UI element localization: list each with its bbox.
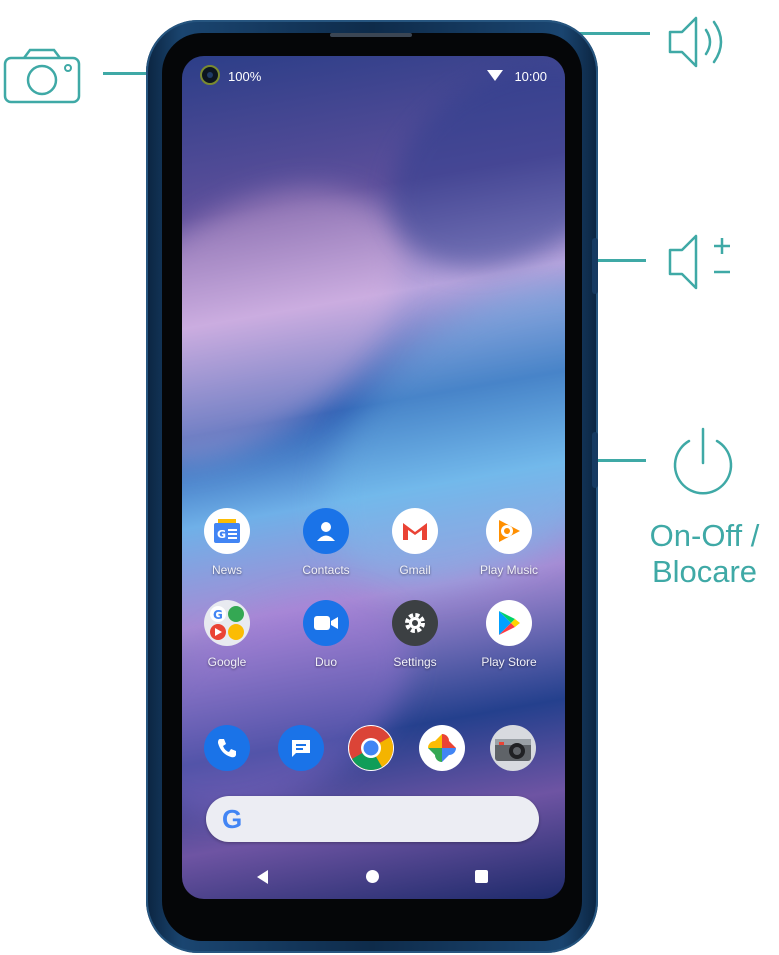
- recents-button[interactable]: [475, 870, 488, 883]
- google-logo: G: [222, 804, 243, 834]
- contacts-icon: [303, 508, 349, 554]
- phone-icon[interactable]: [204, 725, 250, 771]
- svg-text:G: G: [217, 528, 226, 541]
- app-label: Duo: [314, 655, 337, 669]
- power-label: On-Off / Blocare: [630, 518, 779, 590]
- app-label: Settings: [393, 655, 437, 669]
- svg-text:G: G: [213, 608, 223, 622]
- app-news[interactable]: G News: [182, 508, 272, 577]
- news-icon: G: [204, 508, 250, 554]
- gmail-icon: [392, 508, 438, 554]
- app-label: News: [211, 563, 242, 577]
- speaker-icon: [668, 16, 723, 68]
- app-label: Contacts: [302, 563, 350, 577]
- play-store-icon: [486, 600, 532, 646]
- camera-icon: [3, 48, 81, 104]
- wifi-icon: [487, 70, 503, 81]
- play-music-icon: [486, 508, 532, 554]
- front-camera: [200, 65, 220, 85]
- app-gmail[interactable]: Gmail: [370, 508, 460, 577]
- settings-icon: [392, 600, 438, 646]
- app-duo[interactable]: Duo: [281, 600, 371, 669]
- app-label: Gmail: [399, 563, 431, 577]
- app-play-store[interactable]: Play Store: [464, 600, 554, 669]
- home-screen: 100% 10:00 G News Contacts Gmail Play Mu…: [182, 56, 565, 899]
- power-icon: [673, 427, 733, 495]
- earpiece-speaker: [330, 33, 412, 37]
- app-label: Play Music: [479, 563, 538, 577]
- app-play-music[interactable]: Play Music: [464, 508, 554, 577]
- google-search-bar[interactable]: G: [206, 796, 539, 842]
- messages-icon[interactable]: [278, 725, 324, 771]
- power-label-line1: On-Off /: [649, 518, 760, 553]
- app-google-folder[interactable]: G Google: [182, 600, 272, 669]
- photos-icon[interactable]: [419, 725, 465, 771]
- app-contacts[interactable]: Contacts: [281, 508, 371, 577]
- chrome-icon[interactable]: [348, 725, 394, 771]
- volume-rocker[interactable]: [592, 238, 598, 294]
- power-callout-line: [598, 459, 646, 462]
- volume-callout-line: [598, 259, 646, 262]
- back-button[interactable]: [257, 870, 268, 884]
- clock: 10:00: [514, 69, 547, 84]
- app-settings[interactable]: Settings: [370, 600, 460, 669]
- camera-app-icon[interactable]: [490, 725, 536, 771]
- google-folder-icon: G: [204, 600, 250, 646]
- duo-icon: [303, 600, 349, 646]
- app-label: Google: [207, 655, 247, 669]
- battery-level: 100%: [228, 69, 262, 84]
- volume-rocker-icon: [668, 234, 730, 290]
- app-label: Play Store: [481, 655, 537, 669]
- power-button[interactable]: [592, 432, 598, 488]
- power-label-line2: Blocare: [651, 554, 758, 589]
- status-bar: 100% 10:00: [182, 56, 565, 96]
- home-button[interactable]: [366, 870, 379, 883]
